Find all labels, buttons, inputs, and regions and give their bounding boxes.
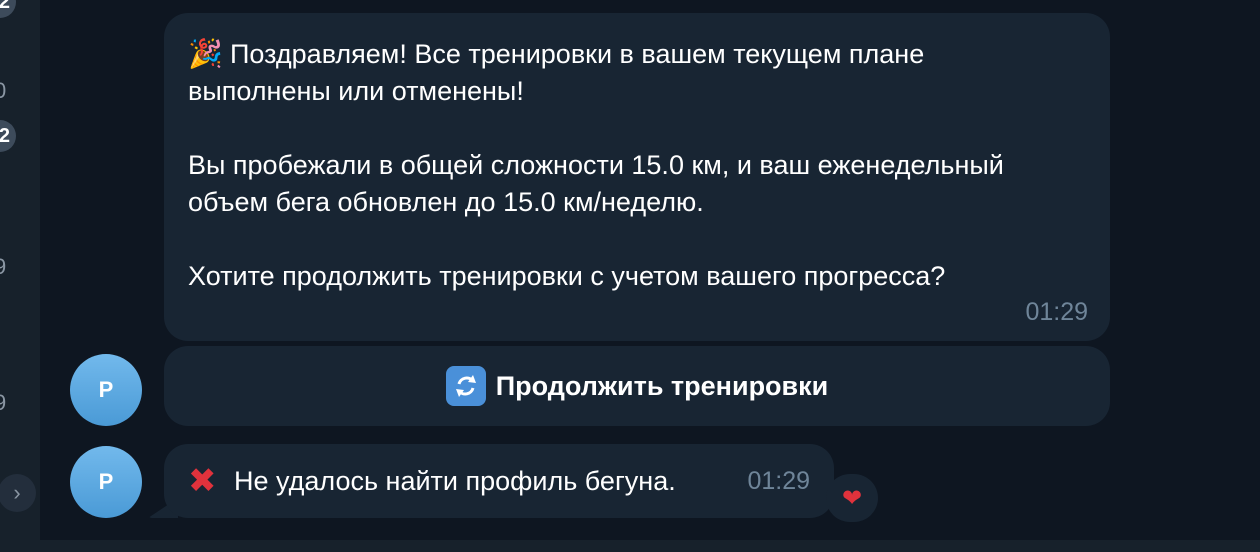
message-congrats[interactable]: 🎉 Поздравляем! Все тренировки в вашем тек… xyxy=(164,13,1110,341)
sidebar-count: 9 xyxy=(0,254,7,279)
cross-mark-icon: ✖ xyxy=(188,462,217,500)
input-bar-edge xyxy=(40,540,1260,552)
heart-icon: ❤ xyxy=(841,484,863,512)
message-line: выполнены или отменены! xyxy=(188,76,524,106)
message-time: 01:29 xyxy=(747,466,810,495)
message-line: Вы пробежали в общей сложности 15.0 км, … xyxy=(188,150,1004,180)
unread-badge: 2 xyxy=(0,0,16,18)
sidebar-count: 9 xyxy=(0,390,7,415)
party-popper-icon: 🎉 xyxy=(188,38,223,69)
chat-area: 🎉 Поздравляем! Все тренировки в вашем тек… xyxy=(40,0,1260,540)
unread-badge: 2 xyxy=(0,120,16,152)
refresh-icon xyxy=(445,366,486,406)
sidebar-count: 0 xyxy=(0,78,7,103)
continue-training-button[interactable]: Продолжить тренировки xyxy=(164,346,1110,426)
message-error[interactable]: ✖ Не удалось найти профиль бегуна. 01:29 xyxy=(164,444,834,518)
chat-list-sidebar: 2 0 2 9 . 9 . › xyxy=(0,0,40,552)
message-line: 🎉 Поздравляем! Все тренировки в вашем тек… xyxy=(188,35,1086,73)
avatar[interactable]: P xyxy=(70,354,142,426)
message-line: Хотите продолжить тренировки с учетом ва… xyxy=(188,261,946,291)
button-label: Продолжить тренировки xyxy=(495,370,829,401)
avatar[interactable]: P xyxy=(70,446,142,518)
message-line: объем бега обновлен до 15.0 км/неделю. xyxy=(188,187,704,217)
message-time: 01:29 xyxy=(1025,298,1088,326)
message-text: Не удалось найти профиль бегуна. xyxy=(234,465,676,496)
heart-reaction[interactable]: ❤ xyxy=(826,474,878,522)
chevron-right-icon[interactable]: › xyxy=(0,474,36,512)
